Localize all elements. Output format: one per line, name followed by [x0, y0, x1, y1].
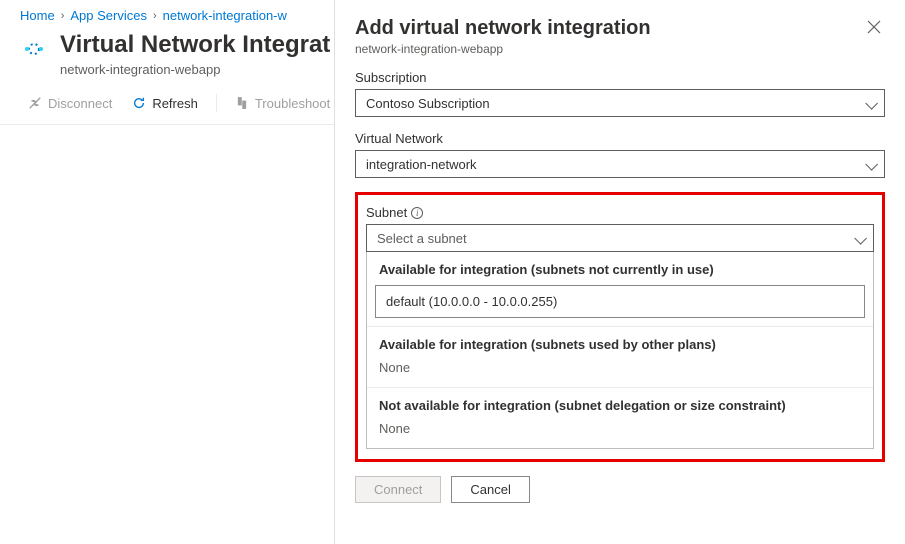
- troubleshoot-button: Troubleshoot: [227, 91, 338, 116]
- toolbar-separator: [216, 94, 217, 112]
- subnet-option-default[interactable]: default (10.0.0.0 - 10.0.0.255): [375, 285, 865, 318]
- vnet-select[interactable]: integration-network: [355, 150, 885, 178]
- panel-title: Add virtual network integration: [355, 16, 651, 40]
- breadcrumb-home[interactable]: Home: [20, 8, 55, 23]
- available-used-none: None: [367, 360, 873, 387]
- refresh-label: Refresh: [152, 96, 198, 111]
- vnet-field: Virtual Network integration-network: [355, 131, 885, 178]
- section-available-used: Available for integration (subnets used …: [367, 326, 873, 360]
- close-icon: [867, 21, 881, 37]
- subscription-field: Subscription Contoso Subscription: [355, 70, 885, 117]
- breadcrumb-app-services[interactable]: App Services: [70, 8, 147, 23]
- add-vnet-panel: Add virtual network integration network-…: [334, 0, 905, 544]
- subnet-highlight: Subnet i Select a subnet Available for i…: [355, 192, 885, 462]
- vnet-label: Virtual Network: [355, 131, 885, 146]
- not-available-none: None: [367, 421, 873, 448]
- panel-actions: Connect Cancel: [355, 462, 885, 517]
- subscription-select[interactable]: Contoso Subscription: [355, 89, 885, 117]
- disconnect-button: Disconnect: [20, 91, 120, 116]
- chevron-right-icon: ›: [61, 10, 65, 22]
- troubleshoot-label: Troubleshoot: [255, 96, 330, 111]
- subnet-label: Subnet: [366, 205, 407, 220]
- subscription-label: Subscription: [355, 70, 885, 85]
- close-button[interactable]: [863, 16, 885, 40]
- section-not-available: Not available for integration (subnet de…: [367, 387, 873, 421]
- subnet-dropdown: Available for integration (subnets not c…: [366, 252, 874, 449]
- subnet-field: Subnet i Select a subnet Available for i…: [366, 205, 874, 449]
- vnet-icon: [20, 35, 48, 63]
- connect-button: Connect: [355, 476, 441, 503]
- disconnect-label: Disconnect: [48, 96, 112, 111]
- subnet-placeholder: Select a subnet: [377, 231, 467, 246]
- chevron-right-icon: ›: [153, 10, 157, 22]
- vnet-value: integration-network: [366, 157, 477, 172]
- info-icon[interactable]: i: [411, 207, 423, 219]
- section-available-free: Available for integration (subnets not c…: [367, 252, 873, 285]
- breadcrumb-resource[interactable]: network-integration-w: [163, 8, 287, 23]
- page-subtitle: network-integration-webapp: [60, 62, 330, 77]
- page-title: Virtual Network Integrat: [60, 31, 330, 60]
- refresh-button[interactable]: Refresh: [124, 91, 206, 116]
- subscription-value: Contoso Subscription: [366, 96, 490, 111]
- cancel-button[interactable]: Cancel: [451, 476, 529, 503]
- disconnect-icon: [28, 96, 42, 110]
- refresh-icon: [132, 96, 146, 110]
- panel-subtitle: network-integration-webapp: [355, 42, 651, 56]
- troubleshoot-icon: [235, 96, 249, 110]
- subnet-select[interactable]: Select a subnet: [366, 224, 874, 252]
